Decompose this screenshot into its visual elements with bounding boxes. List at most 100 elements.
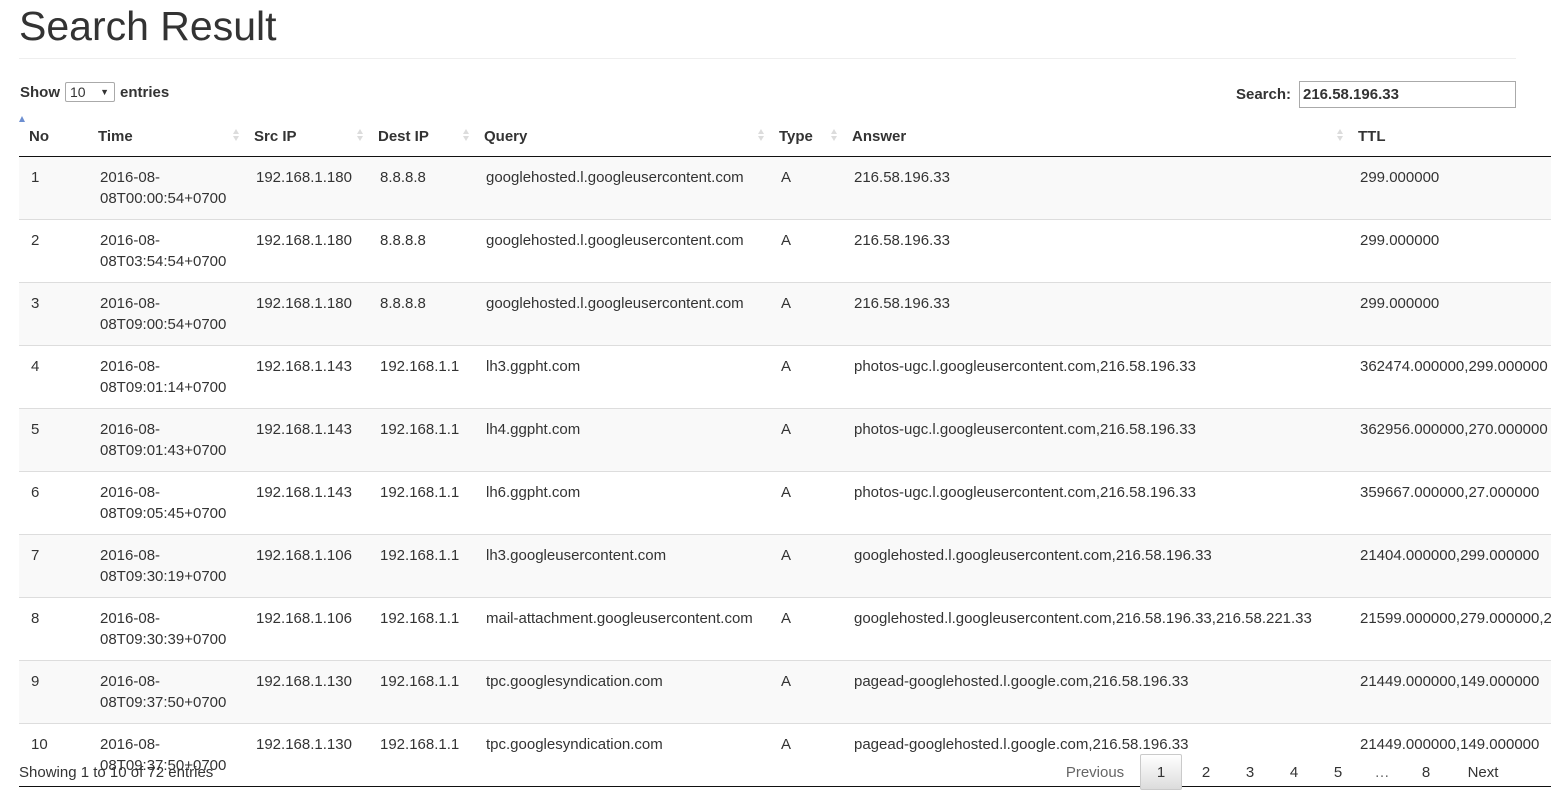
column-header-no[interactable]: No xyxy=(19,116,88,157)
cell-query: lh6.ggpht.com xyxy=(474,471,769,535)
search-label: Search: xyxy=(1235,86,1291,103)
page-title: Search Result xyxy=(19,3,277,49)
table-info: Showing 1 to 10 of 72 entries xyxy=(19,764,214,781)
entries-label: entries xyxy=(120,83,170,101)
cell-src-ip: 192.168.1.130 xyxy=(244,723,368,787)
column-header-dest-ip[interactable]: Dest IP xyxy=(368,116,474,157)
sort-icon xyxy=(758,128,765,142)
cell-no: 5 xyxy=(19,408,88,472)
cell-time: 2016-08-08T09:01:43+0700 xyxy=(88,408,244,472)
next-page-button[interactable]: Next xyxy=(1448,754,1518,790)
cell-type: A xyxy=(769,282,842,346)
cell-dest-ip: 192.168.1.1 xyxy=(368,471,474,535)
cell-ttl: 299.000000 xyxy=(1348,282,1551,346)
cell-time: 2016-08-08T09:37:50+0700 xyxy=(88,660,244,724)
table-row: 7 2016-08-08T09:30:19+0700 192.168.1.106… xyxy=(19,534,1551,598)
chevron-down-icon: ▼ xyxy=(100,87,109,97)
cell-dest-ip: 192.168.1.1 xyxy=(368,723,474,787)
cell-query: tpc.googlesyndication.com xyxy=(474,660,769,724)
cell-dest-ip: 192.168.1.1 xyxy=(368,534,474,598)
cell-no: 7 xyxy=(19,534,88,598)
cell-ttl: 21404.000000,299.000000 xyxy=(1348,534,1551,598)
page-button-5[interactable]: 5 xyxy=(1316,754,1360,790)
cell-query: lh3.googleusercontent.com xyxy=(474,534,769,598)
cell-type: A xyxy=(769,408,842,472)
cell-no: 3 xyxy=(19,282,88,346)
table-row: 3 2016-08-08T09:00:54+0700 192.168.1.180… xyxy=(19,282,1551,346)
page-button-1[interactable]: 1 xyxy=(1140,754,1182,790)
column-header-ttl[interactable]: TTL xyxy=(1348,116,1551,157)
results-table: No Time Src IP Dest IP Query Type Answer… xyxy=(19,116,1551,787)
title-divider xyxy=(19,58,1516,59)
cell-ttl: 362474.000000,299.000000 xyxy=(1348,345,1551,409)
sort-ascending-icon xyxy=(52,125,59,131)
column-header-src-ip[interactable]: Src IP xyxy=(244,116,368,157)
cell-answer: googlehosted.l.googleusercontent.com,216… xyxy=(842,534,1348,598)
cell-no: 2 xyxy=(19,219,88,283)
sort-icon xyxy=(1337,128,1344,142)
table-row: 6 2016-08-08T09:05:45+0700 192.168.1.143… xyxy=(19,471,1551,535)
cell-answer: photos-ugc.l.googleusercontent.com,216.5… xyxy=(842,408,1348,472)
page-button-3[interactable]: 3 xyxy=(1228,754,1272,790)
cell-answer: photos-ugc.l.googleusercontent.com,216.5… xyxy=(842,471,1348,535)
cell-type: A xyxy=(769,723,842,787)
cell-type: A xyxy=(769,471,842,535)
table-row: 5 2016-08-08T09:01:43+0700 192.168.1.143… xyxy=(19,408,1551,472)
pagination-ellipsis: … xyxy=(1374,763,1390,781)
cell-dest-ip: 192.168.1.1 xyxy=(368,597,474,661)
cell-answer: 216.58.196.33 xyxy=(842,282,1348,346)
cell-src-ip: 192.168.1.143 xyxy=(244,471,368,535)
cell-time: 2016-08-08T09:05:45+0700 xyxy=(88,471,244,535)
cell-src-ip: 192.168.1.106 xyxy=(244,597,368,661)
page-button-2[interactable]: 2 xyxy=(1184,754,1228,790)
column-header-answer[interactable]: Answer xyxy=(842,116,1348,157)
cell-time: 2016-08-08T09:30:39+0700 xyxy=(88,597,244,661)
cell-answer: photos-ugc.l.googleusercontent.com,216.5… xyxy=(842,345,1348,409)
cell-dest-ip: 8.8.8.8 xyxy=(368,282,474,346)
cell-src-ip: 192.168.1.143 xyxy=(244,345,368,409)
cell-src-ip: 192.168.1.143 xyxy=(244,408,368,472)
cell-query: googlehosted.l.googleusercontent.com xyxy=(474,156,769,220)
pagination: Previous 1 2 3 4 5 … 8 Next xyxy=(1050,754,1518,790)
page-button-4[interactable]: 4 xyxy=(1272,754,1316,790)
page-button-8[interactable]: 8 xyxy=(1404,754,1448,790)
search-input[interactable] xyxy=(1299,81,1516,108)
cell-query: googlehosted.l.googleusercontent.com xyxy=(474,282,769,346)
entries-per-page-select[interactable]: 10 ▼ xyxy=(65,82,115,102)
show-label: Show xyxy=(20,83,60,101)
table-row: 8 2016-08-08T09:30:39+0700 192.168.1.106… xyxy=(19,597,1551,661)
cell-dest-ip: 8.8.8.8 xyxy=(368,219,474,283)
cell-time: 2016-08-08T09:01:14+0700 xyxy=(88,345,244,409)
table-row: 1 2016-08-08T00:00:54+0700 192.168.1.180… xyxy=(19,156,1551,220)
cell-no: 9 xyxy=(19,660,88,724)
cell-src-ip: 192.168.1.130 xyxy=(244,660,368,724)
cell-answer: 216.58.196.33 xyxy=(842,219,1348,283)
table-row: 4 2016-08-08T09:01:14+0700 192.168.1.143… xyxy=(19,345,1551,409)
entries-per-page-value: 10 xyxy=(70,84,86,100)
cell-query: lh4.ggpht.com xyxy=(474,408,769,472)
cell-query: tpc.googlesyndication.com xyxy=(474,723,769,787)
cell-time: 2016-08-08T09:30:19+0700 xyxy=(88,534,244,598)
cell-dest-ip: 192.168.1.1 xyxy=(368,408,474,472)
cell-dest-ip: 192.168.1.1 xyxy=(368,660,474,724)
cell-type: A xyxy=(769,597,842,661)
cell-type: A xyxy=(769,156,842,220)
cell-dest-ip: 192.168.1.1 xyxy=(368,345,474,409)
column-header-query[interactable]: Query xyxy=(474,116,769,157)
cell-type: A xyxy=(769,219,842,283)
column-header-type[interactable]: Type xyxy=(769,116,842,157)
table-header-row: No Time Src IP Dest IP Query Type Answer… xyxy=(19,116,1551,157)
previous-page-button[interactable]: Previous xyxy=(1050,754,1140,790)
sort-icon xyxy=(463,128,470,142)
cell-no: 1 xyxy=(19,156,88,220)
cell-time: 2016-08-08T03:54:54+0700 xyxy=(88,219,244,283)
cell-query: lh3.ggpht.com xyxy=(474,345,769,409)
cell-dest-ip: 8.8.8.8 xyxy=(368,156,474,220)
cell-query: googlehosted.l.googleusercontent.com xyxy=(474,219,769,283)
cell-ttl: 21449.000000,149.000000 xyxy=(1348,660,1551,724)
cell-ttl: 21599.000000,279.000000,2 xyxy=(1348,597,1551,661)
cell-src-ip: 192.168.1.180 xyxy=(244,282,368,346)
cell-no: 8 xyxy=(19,597,88,661)
cell-ttl: 299.000000 xyxy=(1348,156,1551,220)
column-header-time[interactable]: Time xyxy=(88,116,244,157)
